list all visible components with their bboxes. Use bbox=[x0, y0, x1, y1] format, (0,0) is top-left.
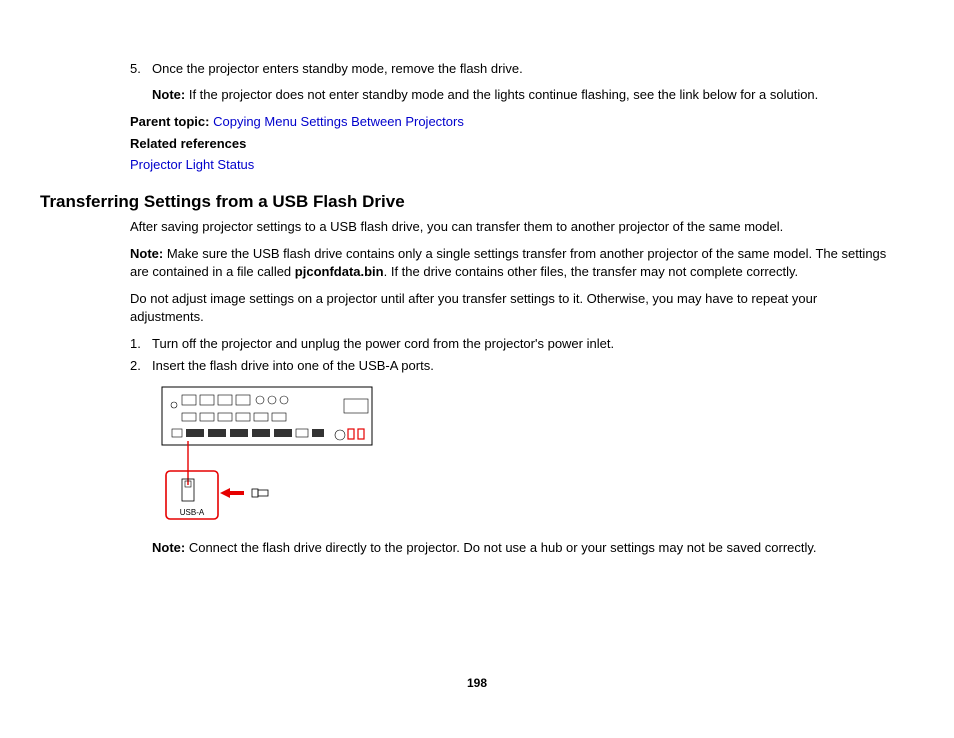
related-references-link[interactable]: Projector Light Status bbox=[130, 157, 254, 172]
note-text: Connect the flash drive directly to the … bbox=[185, 540, 816, 555]
page-number: 198 bbox=[0, 676, 954, 690]
note-block-1: Note: If the projector does not enter st… bbox=[152, 86, 894, 104]
step-number: 1. bbox=[130, 335, 152, 353]
step-text: Turn off the projector and unplug the po… bbox=[152, 335, 894, 353]
note-text: If the projector does not enter standby … bbox=[185, 87, 818, 102]
usb-a-label: USB-A bbox=[180, 508, 205, 517]
note-block-2: Note: Make sure the USB flash drive cont… bbox=[130, 245, 894, 280]
step-number: 5. bbox=[130, 60, 152, 78]
note-label: Note: bbox=[152, 540, 185, 555]
filename: pjconfdata.bin bbox=[295, 264, 384, 279]
related-references-link-line: Projector Light Status bbox=[130, 156, 914, 174]
step-text: Insert the flash drive into one of the U… bbox=[152, 357, 894, 375]
intro-paragraph: After saving projector settings to a USB… bbox=[130, 218, 894, 236]
note-label: Note: bbox=[152, 87, 185, 102]
list-item-step-1: 1. Turn off the projector and unplug the… bbox=[130, 335, 894, 353]
parent-topic-label: Parent topic: bbox=[130, 114, 209, 129]
note-label: Note: bbox=[130, 246, 163, 261]
parent-topic-link[interactable]: Copying Menu Settings Between Projectors bbox=[213, 114, 464, 129]
warning-paragraph: Do not adjust image settings on a projec… bbox=[130, 290, 894, 325]
section-heading: Transferring Settings from a USB Flash D… bbox=[40, 192, 914, 212]
note-block-3: Note: Connect the flash drive directly t… bbox=[152, 539, 894, 557]
list-item-step-2: 2. Insert the flash drive into one of th… bbox=[130, 357, 894, 375]
step-number: 2. bbox=[130, 357, 152, 375]
parent-topic-line: Parent topic: Copying Menu Settings Betw… bbox=[130, 113, 914, 131]
list-item-step-5: 5. Once the projector enters standby mod… bbox=[130, 60, 894, 78]
references-block: Parent topic: Copying Menu Settings Betw… bbox=[130, 113, 914, 174]
step-text: Once the projector enters standby mode, … bbox=[152, 60, 894, 78]
note-text-b: . If the drive contains other files, the… bbox=[384, 264, 799, 279]
projector-ports-diagram: USB-A bbox=[152, 385, 914, 525]
related-references-label: Related references bbox=[130, 135, 914, 153]
